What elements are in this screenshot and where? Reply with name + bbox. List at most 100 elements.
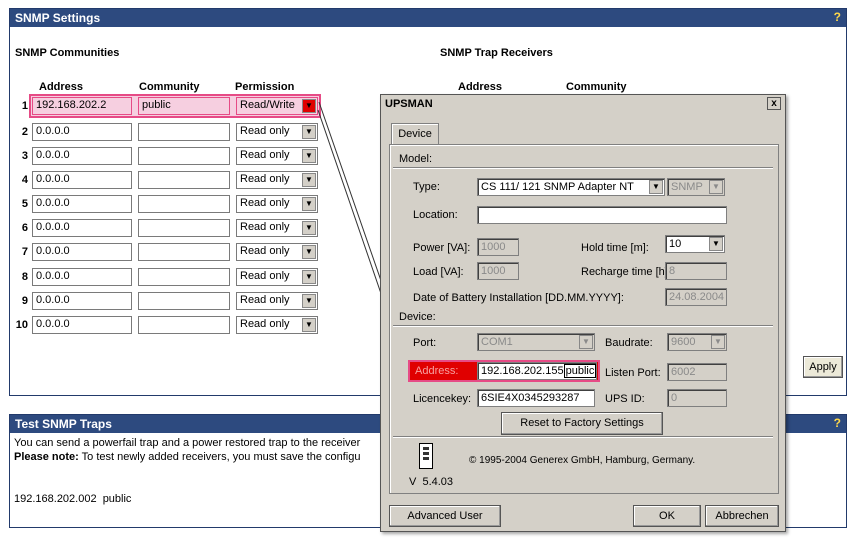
permission-select[interactable]: Read only ▼ [236,123,318,141]
model-separator [393,167,773,169]
address-field[interactable]: 0.0.0.0 [32,219,132,237]
community-overlay: public [563,364,596,378]
trap-col-community-header: Community [566,81,627,93]
dropdown-arrow-icon[interactable]: ▼ [302,245,316,259]
dropdown-arrow-icon[interactable]: ▼ [302,99,316,113]
permission-select[interactable]: Read only ▼ [236,195,318,213]
address-field[interactable]: 0.0.0.0 [32,292,132,310]
ups-id-label: UPS ID: [605,393,645,405]
type-select[interactable]: CS 111/ 121 SNMP Adapter NT ▼ [477,178,665,196]
permission-select[interactable]: Read only ▼ [236,316,318,334]
protocol-select: SNMP ▼ [667,178,725,196]
tab-label: Device [398,128,432,140]
location-label: Location: [413,209,458,221]
address-field[interactable]: 0.0.0.0 [32,171,132,189]
copyright-text: © 1995-2004 Generex GmbH, Hamburg, Germa… [469,455,696,466]
community-field[interactable] [138,268,230,286]
community-field[interactable] [138,316,230,334]
row-number: 5 [21,198,28,210]
address-field[interactable]: 0.0.0.0 [32,195,132,213]
dropdown-arrow-icon[interactable]: ▼ [649,180,663,194]
community-field[interactable] [138,147,230,165]
bottom-separator [393,436,773,438]
community-field[interactable] [138,292,230,310]
hold-time-select[interactable]: 10 ▼ [665,235,725,253]
note-text: To test newly added receivers, you must … [78,451,361,463]
dropdown-arrow-icon[interactable]: ▼ [302,173,316,187]
help-icon[interactable]: ? [834,416,841,430]
power-label: Power [VA]: [413,242,471,254]
community-field[interactable] [138,195,230,213]
address-field[interactable]: 0.0.0.0 [32,243,132,261]
col-address-header: Address [39,81,84,93]
permission-value: Read only [240,197,290,209]
apply-button[interactable]: Apply [803,356,843,378]
dropdown-arrow-icon[interactable]: ▼ [302,197,316,211]
community-field[interactable]: public [138,97,230,115]
dialog-title: UPSMAN [385,98,433,110]
trap-col-address-header: Address [458,81,503,93]
address-label: Address: [415,365,459,377]
trap-receiver-entry: 192.168.202.002 public [14,493,132,505]
community-field[interactable] [138,171,230,189]
permission-select[interactable]: Read only ▼ [236,243,318,261]
dropdown-arrow-icon[interactable]: ▼ [302,125,316,139]
permission-value: Read only [240,221,290,233]
address-input[interactable]: 192.168.202.155 public [477,362,597,380]
device-group-label: Device: [399,311,436,323]
upsman-dialog: UPSMAN x Device Model: Type: CS 111/ 121… [380,94,786,532]
community-field[interactable] [138,219,230,237]
dropdown-arrow-icon: ▼ [711,335,725,349]
tab-page [389,144,779,494]
dropdown-arrow-icon[interactable]: ▼ [709,237,723,251]
hold-time-label: Hold time [m]: [581,242,649,254]
community-field[interactable] [138,243,230,261]
advanced-user-button[interactable]: Advanced User [389,505,501,527]
recharge-time-label: Recharge time [h]: [581,266,671,278]
row-number: 3 [21,150,28,162]
location-input[interactable] [477,206,727,224]
dropdown-arrow-icon[interactable]: ▼ [302,149,316,163]
permission-select[interactable]: Read only ▼ [236,268,318,286]
cancel-button[interactable]: Abbrechen [705,505,779,527]
help-icon[interactable]: ? [834,10,841,24]
permission-select[interactable]: Read only ▼ [236,292,318,310]
snmp-settings-header: SNMP Settings ? [10,9,846,27]
panel-title: SNMP Settings [15,11,101,25]
permission-select[interactable]: Read only ▼ [236,147,318,165]
address-field[interactable]: 0.0.0.0 [32,268,132,286]
version-text: V 5.4.03 [409,476,454,488]
dropdown-arrow-icon: ▼ [709,180,723,194]
permission-value: Read only [240,149,290,161]
tab-device[interactable]: Device [391,123,439,145]
ok-button[interactable]: OK [633,505,701,527]
address-field[interactable]: 192.168.202.2 [32,97,132,115]
permission-select[interactable]: Read only ▼ [236,171,318,189]
permission-value: Read only [240,125,290,137]
permission-select[interactable]: Read only ▼ [236,219,318,237]
model-group-label: Model: [399,153,433,165]
load-input: 1000 [477,262,519,280]
trap-receivers-title: SNMP Trap Receivers [440,47,553,59]
reset-factory-button[interactable]: Reset to Factory Settings [501,412,663,435]
dropdown-arrow-icon[interactable]: ▼ [302,318,316,332]
licence-key-input[interactable]: 6SIE4X0345293287 [477,389,595,407]
address-field[interactable]: 0.0.0.0 [32,316,132,334]
close-icon[interactable]: x [767,97,781,110]
row-number: 7 [21,246,28,258]
address-field[interactable]: 0.0.0.0 [32,147,132,165]
listen-port-input: 6002 [667,363,727,381]
dropdown-arrow-icon[interactable]: ▼ [302,294,316,308]
row-number: 9 [21,295,28,307]
dropdown-arrow-icon[interactable]: ▼ [302,221,316,235]
address-field[interactable]: 0.0.0.0 [32,123,132,141]
col-community-header: Community [139,81,200,93]
address-value: 192.168.202.155 [481,365,564,377]
port-select: COM1 ▼ [477,333,595,351]
permission-select[interactable]: Read/Write ▼ [236,97,318,115]
permission-value: Read/Write [240,99,295,111]
dropdown-arrow-icon[interactable]: ▼ [302,270,316,284]
permission-value: Read only [240,270,290,282]
listen-port-label: Listen Port: [605,367,661,379]
community-field[interactable] [138,123,230,141]
